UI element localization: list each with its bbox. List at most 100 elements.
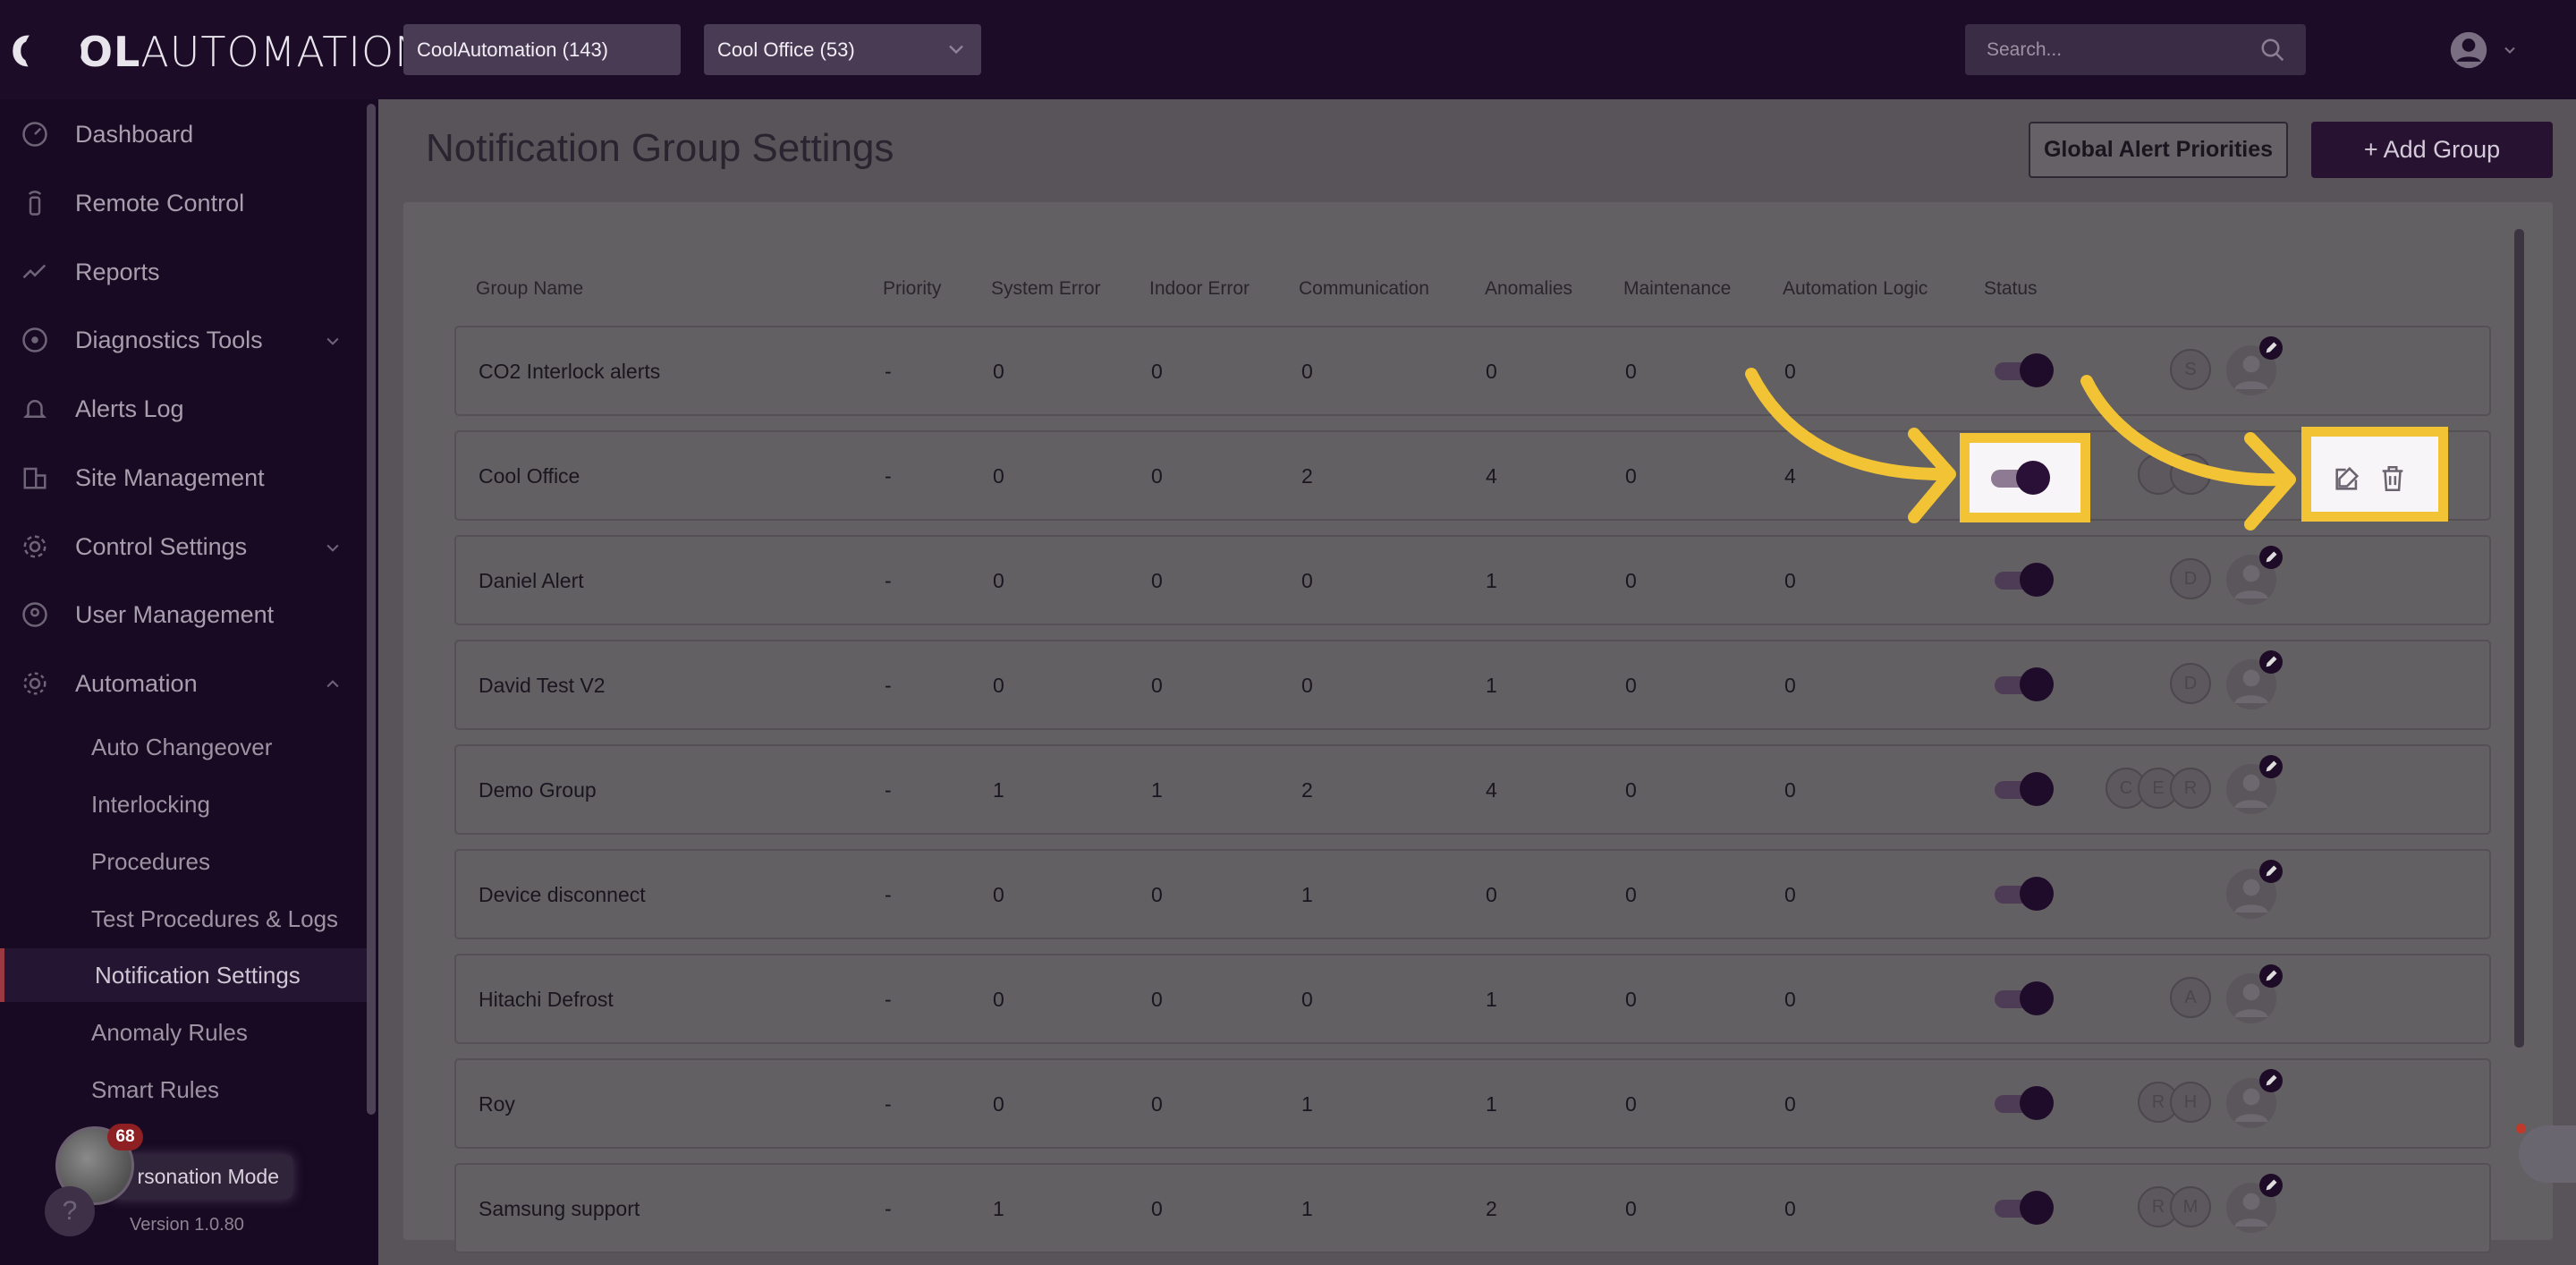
cell-automation-logic: 0	[1784, 360, 1796, 383]
remote-icon	[28, 191, 42, 216]
sidebar-subitem-test-procedures[interactable]: Test Procedures & Logs	[0, 892, 367, 946]
cell-indoor-error: 0	[1151, 360, 1163, 383]
cell-automation-logic: 4	[1784, 464, 1796, 488]
cell-automation-logic: 0	[1784, 778, 1796, 802]
assign-users-button[interactable]	[2226, 336, 2283, 395]
sidebar-subitem-auto-changeover[interactable]: Auto Changeover	[0, 720, 367, 774]
sidebar-scrollbar[interactable]	[367, 104, 376, 1115]
cell-automation-logic: 0	[1784, 1197, 1796, 1220]
help-button[interactable]: ?	[45, 1186, 95, 1236]
user-avatar[interactable]: D	[2170, 663, 2211, 704]
sidebar-subitem-procedures[interactable]: Procedures	[0, 835, 367, 888]
cell-system-error: 0	[993, 674, 1004, 697]
assign-users-button[interactable]	[2226, 860, 2283, 919]
sidebar-subitem-smart-rules[interactable]: Smart Rules	[0, 1063, 367, 1116]
site-selector[interactable]: Cool Office (53)	[704, 24, 981, 75]
dashboard-icon	[22, 122, 47, 147]
highlighted-status-toggle[interactable]	[1960, 433, 2090, 522]
search-box[interactable]	[1965, 24, 2306, 75]
automation-icon	[23, 672, 47, 695]
table-scrollbar[interactable]	[2514, 229, 2524, 1048]
status-toggle[interactable]	[1993, 666, 2055, 702]
search-input[interactable]	[1987, 38, 2255, 61]
sidebar-item-alerts-log[interactable]: Alerts Log	[0, 382, 367, 436]
user-avatar[interactable]: D	[2170, 558, 2211, 599]
cell-anomalies: 2	[1486, 1197, 1497, 1220]
global-alert-priorities-button[interactable]: Global Alert Priorities	[2029, 122, 2288, 178]
cell-communication: 2	[1301, 778, 1313, 802]
trash-icon[interactable]	[2377, 463, 2408, 494]
page-title: Notification Group Settings	[426, 126, 894, 170]
status-toggle[interactable]	[1993, 771, 2055, 807]
cell-priority: -	[885, 778, 892, 802]
assign-users-button[interactable]	[2226, 546, 2283, 605]
building-icon	[23, 467, 47, 489]
sidebar-item-dashboard[interactable]: Dashboard	[0, 107, 367, 161]
cell-automation-logic: 0	[1784, 569, 1796, 592]
cell-priority: -	[885, 674, 892, 697]
cell-indoor-error: 0	[1151, 1092, 1163, 1116]
sidebar-subitem-label: Test Procedures & Logs	[91, 904, 339, 932]
add-group-button[interactable]: + Add Group	[2311, 122, 2553, 178]
sidebar-subitem-interlocking[interactable]: Interlocking	[0, 777, 367, 831]
cell-indoor-error: 0	[1151, 883, 1163, 906]
user-avatar[interactable]: H	[2170, 1082, 2211, 1123]
assign-users-button[interactable]	[2226, 964, 2283, 1023]
top-bar: COOLAUTOMATION CoolAutomation (143) Cool…	[0, 0, 2576, 99]
cell-indoor-error: 0	[1151, 569, 1163, 592]
impersonation-mode-button[interactable]: rsonation Mode	[112, 1155, 292, 1199]
assign-users-button[interactable]	[2226, 1174, 2283, 1233]
status-toggle[interactable]	[1993, 876, 2055, 912]
cell-communication: 0	[1301, 360, 1313, 383]
cell-system-error: 0	[993, 1092, 1004, 1116]
user-avatar[interactable]	[2170, 454, 2211, 495]
customer-selector[interactable]: CoolAutomation (143)	[403, 24, 681, 75]
column-header-indoor-error: Indoor Error	[1149, 278, 1250, 299]
status-toggle[interactable]	[1993, 981, 2055, 1016]
sidebar-item-remote-control[interactable]: Remote Control	[0, 176, 367, 230]
user-menu[interactable]	[2449, 27, 2529, 73]
assign-users-button[interactable]	[2226, 755, 2283, 814]
sidebar-item-control-settings[interactable]: Control Settings	[0, 520, 367, 573]
search-icon[interactable]	[2259, 37, 2286, 64]
coolautomation-logo[interactable]: COOLAUTOMATION	[11, 16, 426, 88]
status-toggle[interactable]	[1989, 460, 2052, 496]
sidebar-item-user-management[interactable]: User Management	[0, 588, 367, 641]
assign-users-button[interactable]	[2226, 650, 2283, 709]
cell-maintenance: 0	[1625, 360, 1637, 383]
pencil-badge-icon	[2259, 964, 2283, 988]
sidebar-subitem-anomaly-rules[interactable]: Anomaly Rules	[0, 1006, 367, 1059]
status-toggle[interactable]	[1993, 1190, 2055, 1226]
edit-icon[interactable]	[2332, 463, 2362, 494]
site-selector-label: Cool Office (53)	[717, 38, 855, 61]
cell-system-error: 0	[993, 569, 1004, 592]
cell-anomalies: 1	[1486, 674, 1497, 697]
status-toggle[interactable]	[1993, 562, 2055, 598]
cell-anomalies: 0	[1486, 360, 1497, 383]
cell-anomalies: 4	[1486, 778, 1497, 802]
user-avatar[interactable]: S	[2170, 349, 2211, 390]
cell-system-error: 0	[993, 360, 1004, 383]
table-row[interactable]	[454, 849, 2491, 939]
cell-system-error: 0	[993, 988, 1004, 1011]
floating-assistant-widget[interactable]	[2519, 1125, 2576, 1183]
user-avatar[interactable]: R	[2170, 768, 2211, 809]
sidebar-subitem-label: Procedures	[91, 847, 210, 875]
sidebar-subitem-notification-settings[interactable]: Notification Settings	[0, 948, 367, 1002]
status-toggle[interactable]	[1993, 352, 2055, 388]
user-icon	[22, 602, 47, 627]
user-avatar[interactable]: A	[2170, 977, 2211, 1018]
sidebar-item-diagnostics-tools[interactable]: Diagnostics Tools	[0, 313, 367, 367]
sidebar-item-automation[interactable]: Automation	[0, 657, 367, 710]
sidebar-item-label: User Management	[75, 600, 275, 628]
user-avatar[interactable]: M	[2170, 1186, 2211, 1227]
status-toggle[interactable]	[1993, 1085, 2055, 1121]
cell-maintenance: 0	[1625, 1197, 1637, 1220]
sidebar-item-reports[interactable]: Reports	[0, 245, 367, 299]
assign-users-button[interactable]	[2226, 1069, 2283, 1128]
cell-anomalies: 1	[1486, 569, 1497, 592]
sidebar-item-site-management[interactable]: Site Management	[0, 451, 367, 505]
diagnostics-icon	[22, 327, 47, 352]
gear-icon	[23, 535, 47, 558]
cell-communication: 1	[1301, 883, 1313, 906]
